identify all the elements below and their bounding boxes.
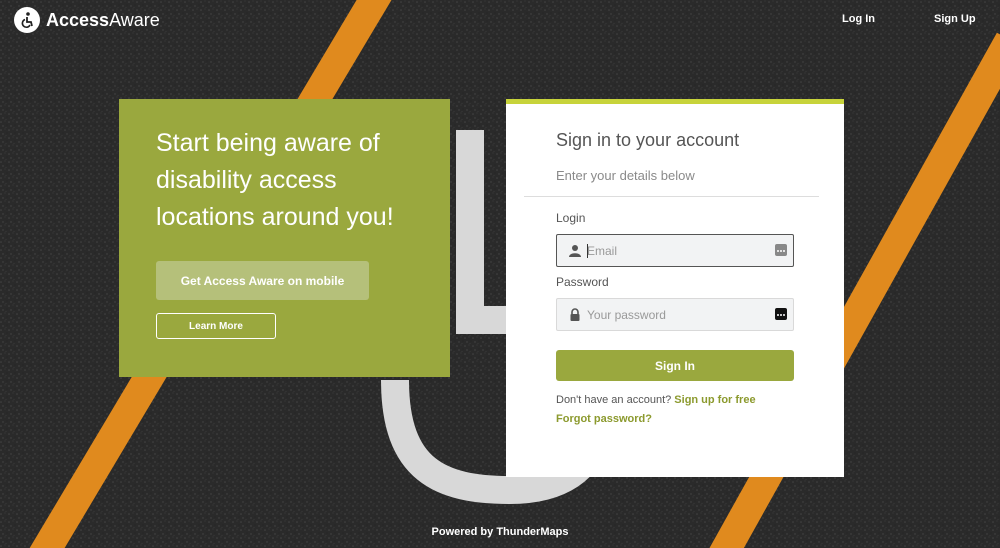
wheelchair-location-icon bbox=[14, 7, 40, 33]
password-label: Password bbox=[556, 275, 609, 289]
forgot-password-row: Forgot password? bbox=[556, 413, 652, 425]
brand-logo[interactable]: AccessAware bbox=[14, 7, 160, 33]
promo-headline: Start being aware of disability access l… bbox=[156, 129, 394, 231]
nav-signup-link[interactable]: Sign Up bbox=[934, 13, 976, 25]
password-manager-icon[interactable] bbox=[775, 308, 787, 320]
card-divider bbox=[524, 196, 819, 197]
signup-prompt: Don't have an account? Sign up for free bbox=[556, 394, 756, 406]
signup-link[interactable]: Sign up for free bbox=[674, 394, 755, 406]
brand-name: AccessAware bbox=[46, 9, 160, 30]
promo-panel: Start being aware of disability access l… bbox=[119, 99, 450, 377]
top-navbar: AccessAware Log In Sign Up bbox=[0, 0, 1000, 40]
lock-icon bbox=[570, 308, 580, 321]
signin-card: Sign in to your account Enter your detai… bbox=[506, 99, 844, 477]
nav-login-link[interactable]: Log In bbox=[842, 13, 875, 25]
password-field[interactable] bbox=[556, 298, 794, 331]
get-mobile-app-button[interactable]: Get Access Aware on mobile bbox=[156, 261, 369, 300]
no-account-text: Don't have an account? bbox=[556, 394, 675, 406]
password-input[interactable] bbox=[587, 299, 767, 330]
user-icon bbox=[569, 245, 581, 257]
learn-more-button[interactable]: Learn More bbox=[156, 313, 276, 339]
signin-button[interactable]: Sign In bbox=[556, 350, 794, 381]
login-label: Login bbox=[556, 211, 586, 225]
footer-powered-by: Powered by ThunderMaps bbox=[431, 526, 569, 538]
email-input[interactable] bbox=[587, 235, 767, 266]
signin-title: Sign in to your account bbox=[556, 130, 740, 150]
email-field[interactable] bbox=[556, 234, 794, 267]
signin-subtitle: Enter your details below bbox=[556, 168, 695, 183]
forgot-password-link[interactable]: Forgot password? bbox=[556, 413, 652, 425]
password-manager-icon[interactable] bbox=[775, 244, 787, 256]
